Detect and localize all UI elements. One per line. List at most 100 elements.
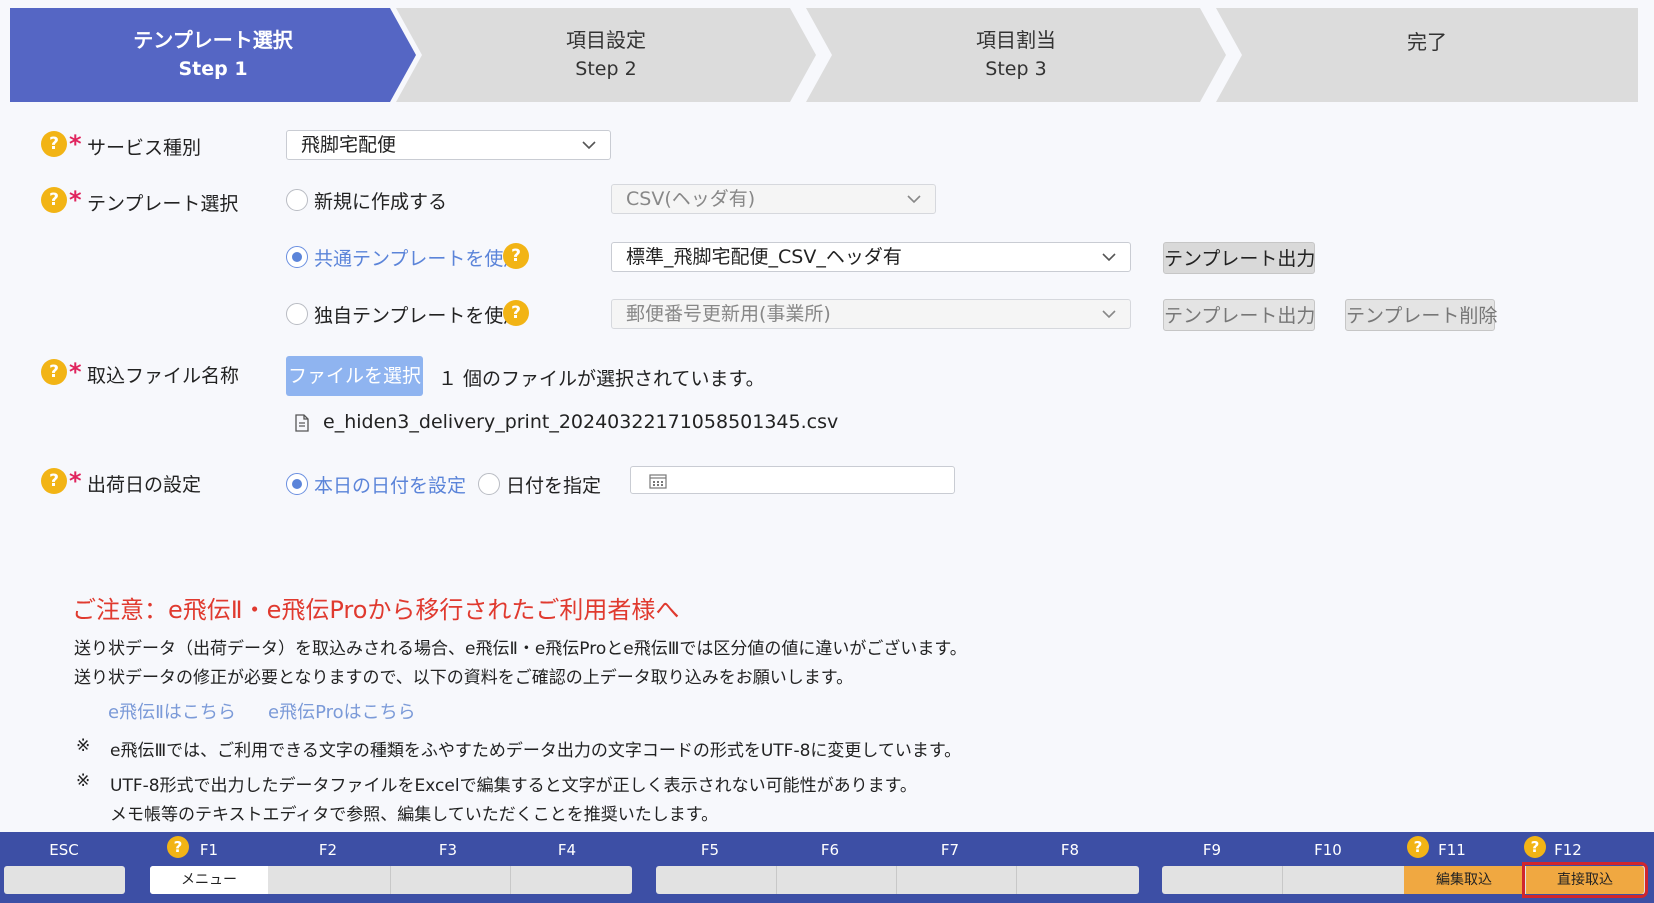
radio-own-template[interactable] [286,303,308,325]
fkey-f7-button[interactable] [896,866,1016,894]
fkey-f1-menu-button[interactable]: メニュー [150,866,268,894]
fkey-f3-label: F3 [438,841,458,859]
date-input[interactable] [630,466,955,494]
ship-date-required-mark: * [69,467,82,495]
common-template-help-icon[interactable]: ? [503,243,529,269]
fkey-divider [510,866,511,894]
file-label: 取込ファイル名称 [87,365,240,387]
step-2: 項目設定 Step 2 [396,8,816,102]
file-help-icon[interactable]: ? [41,359,67,385]
radio-specify-date[interactable] [478,473,500,495]
fkey-f4-button[interactable] [510,866,630,894]
chevron-down-icon [907,195,921,204]
service-select[interactable]: 飛脚宅配便 [286,130,611,160]
chevron-down-icon [1102,310,1116,319]
step-2-title: 項目設定 [566,27,646,52]
radio-common-template[interactable] [286,246,308,268]
service-label: サービス種別 [87,137,202,159]
fkey-f4-label: F4 [557,841,577,859]
radio-today-date-label[interactable]: 本日の日付を設定 [314,471,466,498]
note-2a: UTF-8形式で出力したデータファイルをExcelで編集すると文字が正しく表示さ… [110,776,917,796]
fkey-f5-button[interactable] [656,866,776,894]
fkey-esc-button[interactable] [4,866,125,894]
fkey-f12-direct-import-button[interactable]: 直接取込 [1522,862,1648,898]
step-complete-title: 完了 [1407,30,1447,54]
radio-specify-date-label[interactable]: 日付を指定 [506,471,601,498]
file-icon [295,414,309,432]
own-template-help-icon[interactable]: ? [503,300,529,326]
fkey-divider [896,866,897,894]
service-select-value: 飛脚宅配便 [301,134,397,156]
fkey-f3-button[interactable] [390,866,508,894]
note-mark-1: ※ [76,736,91,756]
template-help-icon[interactable]: ? [41,187,67,213]
common-template-value: 標準_飛脚宅配便_CSV_ヘッダ有 [626,246,902,268]
fkey-f9-button[interactable] [1162,866,1282,894]
own-template-delete-button: テンプレート削除 [1345,299,1497,331]
fkey-f10-label: F10 [1314,841,1342,859]
note-mark-2: ※ [76,771,91,791]
own-template-select: 郵便番号更新用(事業所) [611,299,1131,329]
service-required-mark: * [69,130,82,158]
file-status-text: １ 個のファイルが選択されています。 [438,368,765,390]
fkey-f2-label: F2 [318,841,338,859]
fkey-f1-label: F1 [199,841,219,859]
radio-new-template[interactable] [286,189,308,211]
step-2-sub: Step 2 [575,57,637,80]
fkey-f6-button[interactable] [776,866,896,894]
new-template-format-value: CSV(ヘッダ有) [626,188,756,210]
import-template-page: テンプレート選択 Step 1 項目設定 Step 2 項目割当 Step 3 … [0,0,1654,903]
fkey-f11-edit-import-button[interactable]: 編集取込 [1404,866,1524,894]
service-help-icon[interactable]: ? [41,131,67,157]
common-template-select[interactable]: 標準_飛脚宅配便_CSV_ヘッダ有 [611,242,1131,272]
function-key-bar: ESC ? F1 F2 F3 F4 F5 F6 F7 F8 F9 F10 ? F… [0,832,1654,903]
fkey-f8-label: F8 [1060,841,1080,859]
fkey-f8-button[interactable] [1016,866,1139,894]
own-template-export-button: テンプレート出力 [1163,299,1315,331]
step-complete: 完了 [1216,8,1638,102]
ship-date-help-icon[interactable]: ? [41,468,67,494]
ship-date-label: 出荷日の設定 [87,474,202,496]
note-1: e飛伝Ⅲでは、ご利用できる文字の種類をふやすためデータ出力の文字コードの形式をU… [110,741,962,761]
fkey-divider [1016,866,1017,894]
selected-filename: e_hiden3_delivery_print_2024032217105850… [323,411,839,433]
fkey-f10-button[interactable] [1282,866,1404,894]
fkey-divider [1282,866,1283,894]
notice-title: ご注意：e飛伝Ⅱ・e飛伝Proから移行されたご利用者様へ [72,596,680,624]
fkey-esc-label: ESC [49,841,79,859]
fkey-f12-label: F12 [1554,841,1582,859]
radio-own-template-label[interactable]: 独自テンプレートを使用 [314,301,522,328]
step-complete-shape [1216,8,1638,102]
chevron-down-icon [1102,253,1116,262]
fkey-f11-label: F11 [1438,841,1466,859]
step-3-sub: Step 3 [985,57,1047,80]
notice-line-1: 送り状データ（出荷データ）を取込みされる場合、e飛伝Ⅱ・e飛伝Proとe飛伝Ⅲで… [74,639,967,659]
own-template-value: 郵便番号更新用(事業所) [626,303,831,325]
step-3: 項目割当 Step 3 [806,8,1226,102]
fkey-divider [776,866,777,894]
fkey-f7-label: F7 [940,841,960,859]
fkey-f2-button[interactable] [270,866,388,894]
radio-today-date[interactable] [286,473,308,495]
radio-common-template-label[interactable]: 共通テンプレートを使用 [314,244,522,271]
link-ehiden2[interactable]: e飛伝Ⅱはこちら [108,698,236,724]
fkey-f6-label: F6 [820,841,840,859]
file-required-mark: * [69,358,82,386]
notice-line-2: 送り状データの修正が必要となりますので、以下の資料をご確認の上データ取り込みをお… [74,668,854,688]
note-2b: メモ帳等のテキストエディタで参照、編集していただくことを推奨いたします。 [110,805,719,825]
new-template-format-select: CSV(ヘッダ有) [611,184,936,214]
fkey-divider [390,866,391,894]
template-required-mark: * [69,186,82,214]
step-3-title: 項目割当 [976,27,1056,52]
fkey-f9-label: F9 [1202,841,1222,859]
step-1-title: テンプレート選択 [133,27,293,52]
link-ehiden-pro[interactable]: e飛伝Proはこちら [268,698,416,724]
fkey-f5-label: F5 [700,841,720,859]
choose-file-button[interactable]: ファイルを選択 [286,356,423,396]
step-1: テンプレート選択 Step 1 [10,8,416,102]
chevron-down-icon [582,141,596,150]
template-label: テンプレート選択 [87,193,239,215]
common-template-export-button[interactable]: テンプレート出力 [1163,242,1315,274]
radio-new-template-label[interactable]: 新規に作成する [314,187,447,214]
step-1-sub: Step 1 [178,57,248,80]
